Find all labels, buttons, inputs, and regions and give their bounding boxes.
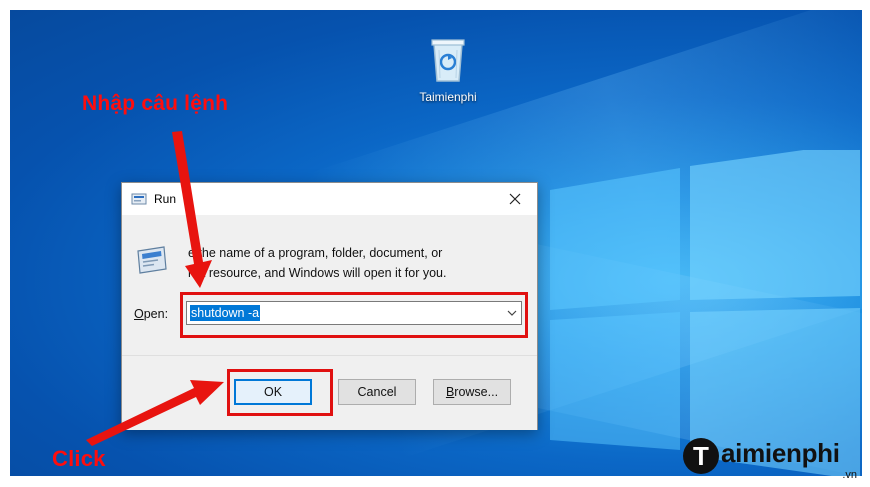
windows-logo-icon	[550, 150, 860, 476]
description-line: net resource, and Windows will open it f…	[188, 266, 447, 280]
open-label-mnemonic: O	[134, 307, 144, 321]
screenshot-stage: Taimienphi Nhập câu lệnh Run e the name …	[0, 0, 870, 487]
highlight-input-frame	[180, 292, 528, 338]
browse-mnemonic: B	[445, 385, 455, 399]
watermark: T aimienphi .vn	[683, 436, 865, 484]
description-line: e the name of a program, folder, documen…	[188, 246, 443, 260]
close-icon	[509, 193, 521, 205]
dialog-description: e the name of a program, folder, documen…	[188, 243, 523, 283]
dialog-titlebar[interactable]: Run	[122, 183, 537, 215]
cancel-button[interactable]: Cancel	[338, 379, 416, 405]
watermark-brand: aimienphi	[721, 438, 840, 468]
open-label-text: pen:	[143, 307, 169, 321]
run-icon	[131, 193, 147, 205]
recycle-bin-label: Taimienphi	[419, 90, 477, 104]
highlight-ok-frame	[227, 369, 333, 416]
browse-label: rowse...	[454, 385, 499, 399]
annotation-click: Click	[52, 446, 106, 471]
watermark-suffix: .vn	[842, 469, 857, 481]
watermark-logo-icon: T	[683, 438, 719, 474]
open-label: Open:	[134, 307, 168, 321]
recycle-bin[interactable]: Taimienphi	[398, 34, 498, 104]
close-button[interactable]	[493, 183, 537, 215]
recycle-bin-icon	[431, 39, 465, 82]
annotation-instruction: Nhập câu lệnh	[82, 92, 229, 115]
run-program-icon	[137, 246, 167, 274]
browse-button[interactable]: Browse...	[433, 379, 511, 405]
dialog-title: Run	[154, 192, 177, 206]
